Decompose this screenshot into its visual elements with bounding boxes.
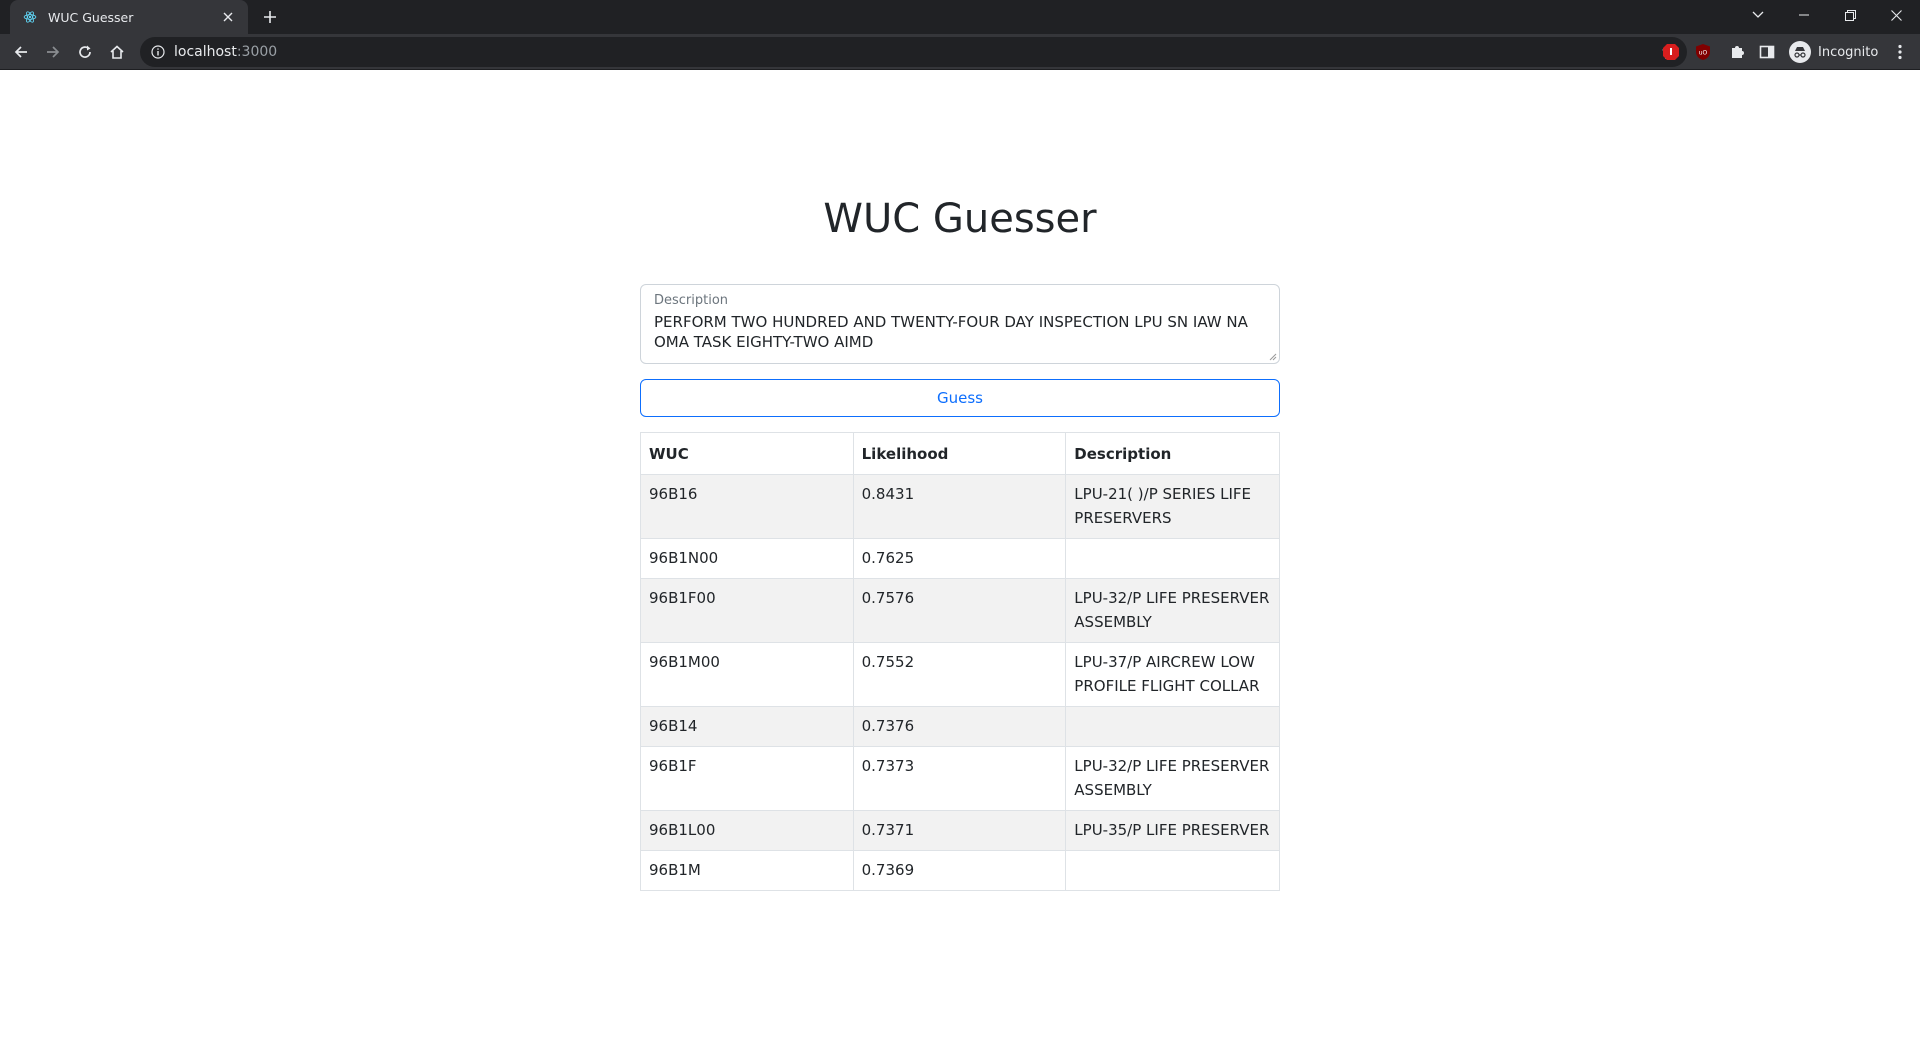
table-row: 96B16 0.8431 LPU-21( )/P SERIES LIFE PRE…	[640, 474, 1280, 539]
cell-wuc: 96B1L00	[640, 810, 854, 851]
home-icon[interactable]	[103, 38, 131, 66]
cell-likelihood: 0.7373	[852, 746, 1067, 811]
url-host: localhost	[174, 44, 237, 60]
page-title: WUC Guesser	[823, 196, 1097, 242]
table-row: 96B1N00 0.7625	[640, 538, 1280, 579]
cell-description: LPU-35/P LIFE PRESERVER	[1065, 810, 1280, 851]
cell-wuc: 96B16	[640, 474, 854, 539]
cell-description: LPU-32/P LIFE PRESERVER ASSEMBLY	[1065, 746, 1280, 811]
table-header-row: WUC Likelihood Description	[640, 432, 1280, 475]
header-wuc: WUC	[640, 432, 854, 475]
cell-wuc: 96B1M	[640, 850, 854, 891]
cell-description: LPU-37/P AIRCREW LOW PROFILE FLIGHT COLL…	[1065, 642, 1280, 707]
cell-likelihood: 0.7369	[852, 850, 1067, 891]
reload-icon[interactable]	[71, 38, 99, 66]
resize-grip-icon[interactable]	[1269, 353, 1277, 361]
description-field[interactable]: Description PERFORM TWO HUNDRED AND TWEN…	[640, 284, 1280, 364]
table-row: 96B1M00 0.7552 LPU-37/P AIRCREW LOW PROF…	[640, 642, 1280, 707]
incognito-profile-button[interactable]: Incognito	[1785, 38, 1889, 66]
url-port: :3000	[236, 44, 278, 60]
cell-description: LPU-21( )/P SERIES LIFE PRESERVERS	[1065, 474, 1280, 539]
table-row: 96B14 0.7376	[640, 706, 1280, 747]
close-window-icon[interactable]	[1873, 0, 1919, 30]
table-row: 96B1M 0.7369	[640, 850, 1280, 891]
cell-wuc: 96B1F00	[640, 578, 854, 643]
cell-description	[1065, 538, 1280, 579]
address-bar[interactable]: localhost:3000	[140, 37, 1687, 67]
table-row: 96B1F 0.7373 LPU-32/P LIFE PRESERVER ASS…	[640, 746, 1280, 811]
cell-likelihood: 0.8431	[852, 474, 1067, 539]
browser-toolbar: localhost:3000 uO Incognito	[0, 34, 1920, 70]
restore-icon[interactable]	[1827, 0, 1873, 30]
forward-arrow-icon[interactable]	[39, 38, 67, 66]
guess-button[interactable]: Guess	[640, 379, 1280, 417]
header-description: Description	[1065, 432, 1280, 475]
cell-wuc: 96B1N00	[640, 538, 854, 579]
description-label: Description	[654, 293, 729, 308]
cell-wuc: 96B1F	[640, 746, 854, 811]
cell-description: LPU-32/P LIFE PRESERVER ASSEMBLY	[1065, 578, 1280, 643]
results-table: WUC Likelihood Description 96B16 0.8431 …	[640, 432, 1280, 891]
cell-description	[1065, 850, 1280, 891]
table-row: 96B1L00 0.7371 LPU-35/P LIFE PRESERVER	[640, 810, 1280, 851]
ublock-origin-icon[interactable]: uO	[1693, 42, 1713, 62]
new-tab-icon[interactable]	[258, 5, 282, 29]
description-textarea[interactable]: PERFORM TWO HUNDRED AND TWENTY-FOUR DAY …	[654, 312, 1264, 352]
extensions-puzzle-icon[interactable]	[1727, 42, 1747, 62]
react-favicon-icon	[22, 9, 38, 25]
cell-description	[1065, 706, 1280, 747]
browser-tab[interactable]: WUC Guesser	[10, 0, 248, 34]
header-likelihood: Likelihood	[852, 432, 1067, 475]
more-menu-icon[interactable]	[1888, 40, 1912, 64]
table-row: 96B1F00 0.7576 LPU-32/P LIFE PRESERVER A…	[640, 578, 1280, 643]
page-viewport: WUC Guesser Description PERFORM TWO HUND…	[0, 71, 1920, 1040]
url-text: localhost:3000	[174, 37, 277, 67]
site-info-icon[interactable]	[150, 44, 166, 60]
incognito-icon	[1789, 41, 1811, 63]
tab-title: WUC Guesser	[48, 9, 134, 25]
cell-likelihood: 0.7576	[852, 578, 1067, 643]
cell-wuc: 96B14	[640, 706, 854, 747]
minimize-icon[interactable]	[1781, 0, 1827, 30]
cell-likelihood: 0.7376	[852, 706, 1067, 747]
side-panel-icon[interactable]	[1757, 42, 1777, 62]
close-tab-icon[interactable]	[218, 7, 238, 27]
cell-wuc: 96B1M00	[640, 642, 854, 707]
browser-tab-strip: WUC Guesser	[0, 0, 1920, 34]
back-arrow-icon[interactable]	[7, 38, 35, 66]
svg-text:uO: uO	[1699, 50, 1708, 57]
stop-hand-extension-icon[interactable]	[1661, 42, 1681, 62]
tab-search-chevron-icon[interactable]	[1735, 0, 1781, 30]
cell-likelihood: 0.7371	[852, 810, 1067, 851]
profile-label: Incognito	[1818, 44, 1879, 60]
cell-likelihood: 0.7552	[852, 642, 1067, 707]
cell-likelihood: 0.7625	[852, 538, 1067, 579]
